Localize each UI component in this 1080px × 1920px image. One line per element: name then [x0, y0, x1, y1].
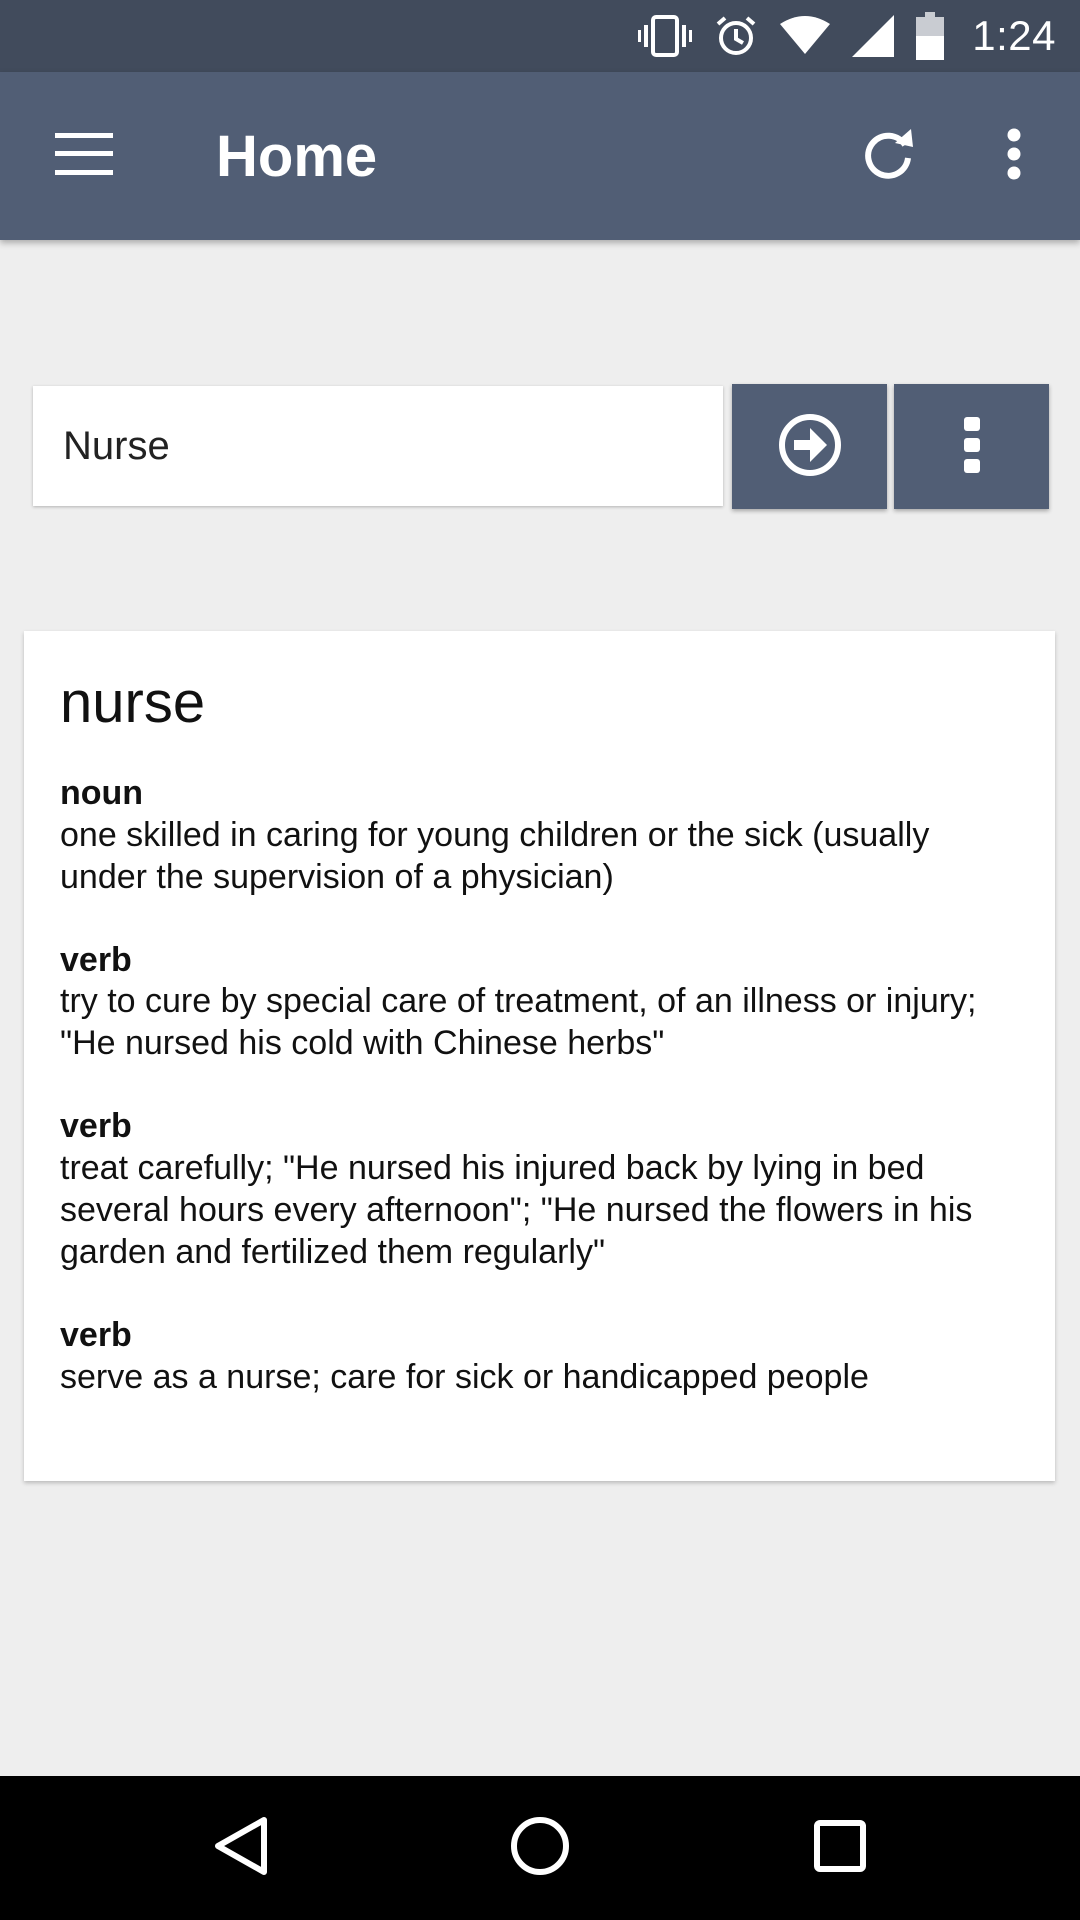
search-input[interactable]: [33, 386, 723, 506]
sense-definition: treat carefully; "He nursed his injured …: [60, 1149, 973, 1272]
home-icon: [510, 1816, 570, 1881]
clock: 1:24: [972, 12, 1056, 59]
part-of-speech: verb: [60, 1107, 132, 1146]
definition-word: nurse: [60, 670, 206, 735]
alarm-icon: [714, 14, 758, 58]
status-bar: 1:24: [0, 0, 1080, 72]
sense-definition: serve as a nurse; care for sick or handi…: [60, 1357, 869, 1396]
part-of-speech: verb: [60, 1316, 132, 1355]
part-of-speech: verb: [60, 940, 132, 979]
recents-icon: [814, 1819, 866, 1877]
back-button[interactable]: [180, 1798, 300, 1898]
app-bar: Home: [0, 72, 1080, 240]
refresh-button[interactable]: [840, 112, 936, 200]
back-icon: [212, 1816, 268, 1881]
home-button[interactable]: [480, 1798, 600, 1898]
definition-sense: verb treat carefully; "He nursed his inj…: [60, 1106, 1019, 1273]
definition-sense: noun one skilled in caring for young chi…: [60, 773, 1019, 898]
vibrate-icon: [638, 14, 693, 58]
go-button[interactable]: [732, 384, 887, 509]
overflow-menu-icon: [963, 416, 981, 477]
part-of-speech: noun: [60, 773, 144, 812]
definition-card: nurse noun one skilled in caring for you…: [24, 631, 1055, 1481]
battery-icon: [916, 12, 945, 60]
definition-sense: verb serve as a nurse; care for sick or …: [60, 1315, 1019, 1398]
menu-button[interactable]: [28, 112, 140, 200]
arrow-right-circle-icon: [777, 412, 843, 481]
cell-signal-icon: [852, 15, 895, 57]
navigation-bar: [0, 1776, 1080, 1920]
recents-button[interactable]: [780, 1798, 900, 1898]
wifi-icon: [780, 16, 831, 56]
definition-sense: verb try to cure by special care of trea…: [60, 940, 1019, 1065]
screen: 1:24 Home Nurse nurse noun one skilled i…: [0, 0, 1080, 1920]
page-title: Home: [216, 123, 378, 189]
menu-icon: [55, 132, 113, 180]
sense-definition: try to cure by special care of treatment…: [60, 982, 977, 1063]
sense-definition: one skilled in caring for young children…: [60, 815, 930, 896]
overflow-menu-icon: [1007, 128, 1021, 185]
refresh-icon: [861, 127, 915, 186]
search-options-button[interactable]: [894, 384, 1049, 509]
overflow-menu-button[interactable]: [966, 112, 1062, 200]
